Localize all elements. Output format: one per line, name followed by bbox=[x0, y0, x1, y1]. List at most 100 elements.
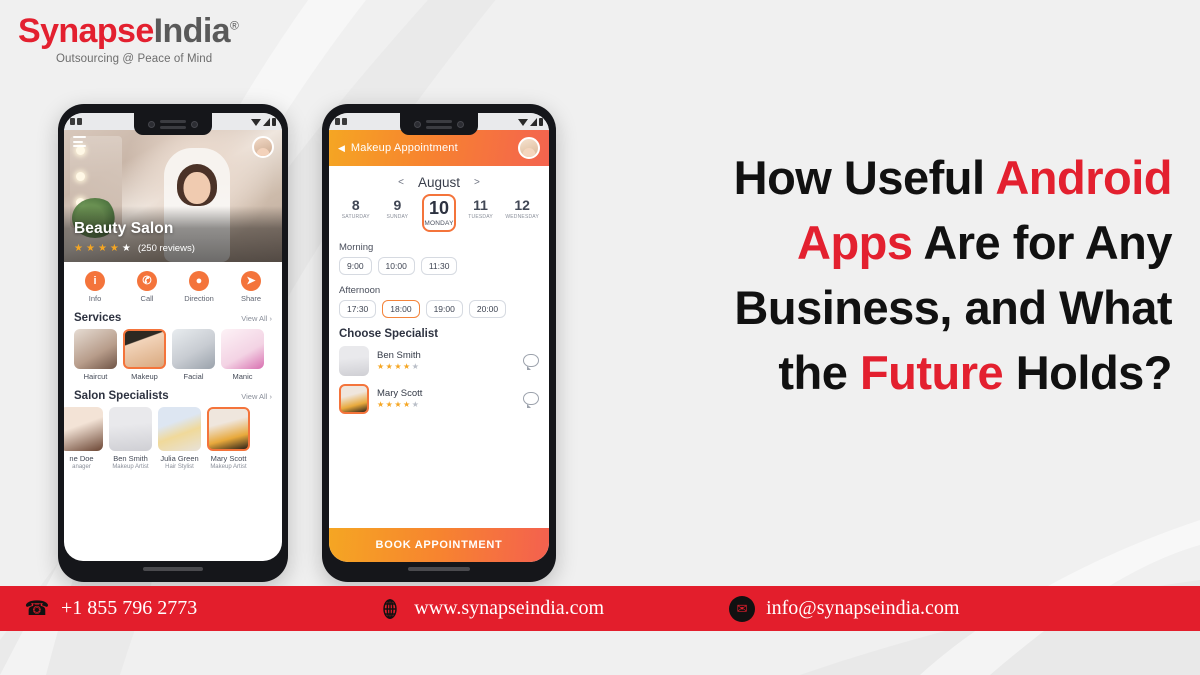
camera-icon bbox=[414, 120, 421, 128]
date-number: 8 bbox=[351, 197, 360, 213]
action-info[interactable]: i Info bbox=[72, 271, 118, 303]
morning-slot-list: 9:00 10:00 11:30 bbox=[339, 256, 539, 275]
specialist-name: ne Doe bbox=[69, 454, 94, 463]
date-weekday: TUESDAY bbox=[468, 214, 493, 221]
signal-icon bbox=[263, 117, 270, 126]
date-cell[interactable]: 12 WEDNESDAY bbox=[505, 194, 539, 222]
service-item[interactable]: Facial bbox=[172, 329, 215, 381]
services-view-all[interactable]: View All › bbox=[241, 314, 272, 323]
service-label: Makeup bbox=[131, 372, 158, 381]
chat-bubble-icon[interactable] bbox=[523, 392, 539, 409]
speaker-grille bbox=[160, 119, 186, 129]
time-slot[interactable]: 19:00 bbox=[425, 299, 463, 318]
page-title: How Useful Android Apps Are for Any Busi… bbox=[662, 146, 1173, 405]
service-item[interactable]: Manic bbox=[221, 329, 264, 381]
specialist-item[interactable]: Mary Scott Makeup Artist bbox=[207, 407, 250, 470]
action-direction-label: Direction bbox=[184, 294, 214, 303]
chevron-right-icon: › bbox=[269, 392, 273, 401]
action-share-label: Share bbox=[240, 294, 261, 303]
footer-website[interactable]: www.synapseindia.com bbox=[377, 596, 604, 622]
specialist-info: Mary Scott ★ ★ ★ ★ ★ bbox=[377, 388, 515, 409]
avatar[interactable] bbox=[252, 136, 274, 158]
battery-icon bbox=[272, 117, 276, 126]
date-weekday: MONDAY bbox=[424, 219, 454, 227]
star-icon: ★ bbox=[411, 362, 419, 372]
action-direction[interactable]: ● Direction bbox=[176, 271, 222, 303]
star-icon: ★ bbox=[121, 242, 131, 254]
phone-mockup-left: Beauty Salon ★ ★ ★ ★ ★ (250 reviews) i I… bbox=[58, 104, 288, 582]
specialist-role: Makeup Artist bbox=[210, 464, 247, 470]
avatar[interactable] bbox=[518, 137, 540, 159]
bulb-decor bbox=[76, 172, 85, 181]
phone-right-screen: ◀ Makeup Appointment < August > 8 SATURD… bbox=[329, 113, 549, 562]
home-indicator bbox=[408, 567, 470, 571]
notification-icon bbox=[70, 118, 75, 125]
person-face bbox=[183, 172, 211, 204]
date-cell[interactable]: 9 SUNDAY bbox=[380, 194, 414, 222]
specialist-row[interactable]: Mary Scott ★ ★ ★ ★ ★ bbox=[329, 383, 549, 422]
phone-notch bbox=[400, 113, 478, 135]
afternoon-label: Afternoon bbox=[339, 284, 381, 296]
star-icon: ★ bbox=[385, 400, 393, 410]
book-appointment-button[interactable]: BOOK APPOINTMENT bbox=[329, 528, 549, 562]
date-cell[interactable]: 8 SATURDAY bbox=[339, 194, 373, 222]
specialist-name: Mary Scott bbox=[210, 454, 247, 463]
service-item[interactable]: Haircut bbox=[74, 329, 117, 381]
next-month-button[interactable]: > bbox=[474, 177, 480, 188]
date-number: 12 bbox=[514, 197, 530, 213]
specialist-role: Hair Stylist bbox=[165, 464, 194, 470]
headline-line-4: the Future Holds? bbox=[778, 345, 1172, 399]
back-arrow-icon[interactable]: ◀ bbox=[338, 143, 345, 154]
time-slot[interactable]: 9:00 bbox=[339, 256, 372, 275]
star-icon: ★ bbox=[377, 362, 385, 372]
action-call[interactable]: ✆ Call bbox=[124, 271, 170, 303]
time-slot[interactable]: 17:30 bbox=[339, 299, 377, 318]
specialist-name: Julia Green bbox=[160, 454, 199, 463]
services-title: Services bbox=[74, 312, 122, 324]
bulb-decor bbox=[76, 146, 85, 155]
time-slot-selected[interactable]: 18:00 bbox=[382, 299, 420, 318]
service-thumb bbox=[74, 329, 117, 369]
wifi-icon bbox=[518, 118, 528, 126]
notification-icon bbox=[335, 118, 340, 125]
morning-slots-group: Morning 9:00 10:00 11:30 bbox=[329, 240, 549, 275]
service-item[interactable]: Makeup bbox=[123, 329, 166, 381]
time-slot[interactable]: 11:30 bbox=[420, 256, 458, 275]
footer-email[interactable]: ✉ info@synapseindia.com bbox=[729, 595, 959, 622]
star-icon: ★ bbox=[109, 242, 119, 254]
morning-label: Morning bbox=[339, 241, 374, 253]
prev-month-button[interactable]: < bbox=[398, 177, 404, 188]
specialist-thumb bbox=[109, 407, 152, 451]
phone-icon: ☎ bbox=[24, 597, 50, 620]
app-bar: ◀ Makeup Appointment bbox=[329, 130, 549, 166]
star-icon: ★ bbox=[411, 400, 419, 410]
choose-specialist-title: Choose Specialist bbox=[339, 327, 439, 340]
salon-name: Beauty Salon bbox=[74, 220, 174, 237]
globe-icon bbox=[377, 596, 403, 622]
registered-mark-icon: ® bbox=[230, 18, 239, 33]
specialist-row[interactable]: Ben Smith ★ ★ ★ ★ ★ bbox=[329, 345, 549, 384]
specialist-item[interactable]: ne Doe anager bbox=[64, 407, 103, 470]
afternoon-slots-group: Afternoon 17:30 18:00 19:00 20:00 bbox=[329, 283, 549, 318]
services-header: Services View All › bbox=[74, 312, 272, 324]
specialists-view-all[interactable]: View All › bbox=[241, 392, 272, 401]
time-slot[interactable]: 20:00 bbox=[468, 299, 507, 318]
speaker-grille bbox=[426, 119, 452, 129]
date-cell-selected[interactable]: 10 MONDAY bbox=[421, 194, 456, 232]
action-call-label: Call bbox=[140, 294, 154, 303]
camera-icon bbox=[191, 120, 198, 128]
action-share[interactable]: ➤ Share bbox=[228, 271, 274, 303]
footer-phone[interactable]: ☎ +1 855 796 2773 bbox=[24, 596, 198, 622]
chat-bubble-icon[interactable] bbox=[523, 354, 539, 371]
time-slot[interactable]: 10:00 bbox=[377, 256, 415, 275]
specialist-item[interactable]: Julia Green Hair Stylist bbox=[158, 407, 201, 470]
specialist-thumb-selected bbox=[207, 407, 250, 451]
hamburger-icon[interactable] bbox=[73, 136, 86, 147]
date-cell[interactable]: 11 TUESDAY bbox=[464, 194, 498, 222]
phone-left-screen: Beauty Salon ★ ★ ★ ★ ★ (250 reviews) i I… bbox=[64, 113, 282, 561]
star-icon: ★ bbox=[394, 400, 402, 410]
chevron-right-icon: › bbox=[269, 314, 273, 323]
wifi-icon bbox=[251, 118, 261, 126]
specialist-role: anager bbox=[72, 464, 91, 470]
specialist-item[interactable]: Ben Smith Makeup Artist bbox=[109, 407, 152, 470]
